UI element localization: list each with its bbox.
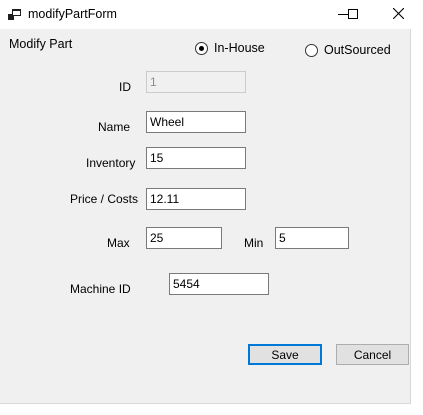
in-house-radio[interactable]: In-House <box>195 41 265 55</box>
in-house-radio-label: In-House <box>214 41 265 55</box>
close-icon <box>392 7 404 22</box>
id-field[interactable] <box>146 71 246 93</box>
machine-id-field[interactable] <box>169 273 269 295</box>
inventory-label: Inventory <box>86 156 136 170</box>
id-label: ID <box>119 80 131 94</box>
cancel-button[interactable]: Cancel <box>336 344 409 365</box>
name-field[interactable] <box>146 111 246 133</box>
title-bar[interactable]: modifyPartForm <box>0 0 411 29</box>
maximize-icon <box>348 8 358 22</box>
price-label: Price / Costs <box>70 192 139 206</box>
outsourced-radio-label: OutSourced <box>324 43 391 57</box>
maximize-button[interactable] <box>330 0 376 29</box>
window-title: modifyPartForm <box>28 7 117 21</box>
machine-id-label: Machine ID <box>70 282 131 296</box>
outer-right-strip <box>411 0 423 415</box>
outsourced-radio[interactable]: OutSourced <box>305 43 391 57</box>
form-app-icon <box>8 9 21 20</box>
save-button[interactable]: Save <box>248 344 322 365</box>
close-button[interactable] <box>375 0 421 29</box>
outer-bottom-strip <box>0 404 423 415</box>
in-house-radio-circle[interactable] <box>195 41 208 55</box>
min-field[interactable] <box>275 227 349 249</box>
max-label: Max <box>107 236 130 250</box>
name-label: Name <box>98 120 131 134</box>
price-field[interactable] <box>146 188 246 210</box>
max-field[interactable] <box>146 227 222 249</box>
outsourced-radio-circle[interactable] <box>305 43 318 57</box>
form-heading: Modify Part <box>9 37 73 51</box>
inventory-field[interactable] <box>146 147 246 169</box>
min-label: Min <box>244 236 264 250</box>
modify-part-window: modifyPartForm Modify Part In-House OutS… <box>0 0 411 404</box>
